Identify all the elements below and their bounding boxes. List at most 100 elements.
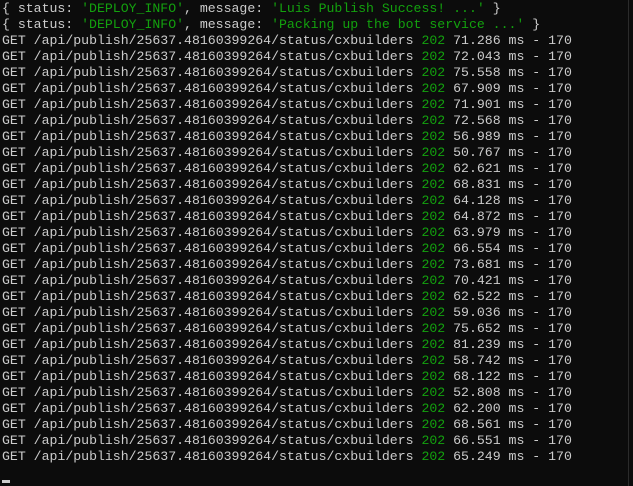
request-log-line: GET /api/publish/25637.48160399264/statu… bbox=[2, 145, 628, 161]
status-code: 202 bbox=[421, 417, 446, 432]
request-log-line: GET /api/publish/25637.48160399264/statu… bbox=[2, 241, 628, 257]
request-log-line: GET /api/publish/25637.48160399264/statu… bbox=[2, 305, 628, 321]
separator: - bbox=[532, 305, 541, 320]
object-separator: , message: bbox=[184, 1, 272, 16]
response-size: 170 bbox=[548, 129, 572, 144]
time-unit: ms bbox=[508, 81, 525, 96]
separator: - bbox=[532, 353, 541, 368]
time-unit: ms bbox=[508, 129, 525, 144]
request-path: /api/publish/25637.48160399264/status/cx… bbox=[33, 353, 414, 368]
time-unit: ms bbox=[508, 401, 525, 416]
request-log-line: GET /api/publish/25637.48160399264/statu… bbox=[2, 177, 628, 193]
terminal-window[interactable]: { status: 'DEPLOY_INFO', message: 'Luis … bbox=[0, 0, 629, 486]
time-unit: ms bbox=[508, 337, 525, 352]
request-log-line: GET /api/publish/25637.48160399264/statu… bbox=[2, 385, 628, 401]
separator: - bbox=[532, 225, 541, 240]
response-size: 170 bbox=[548, 289, 572, 304]
request-log-line: GET /api/publish/25637.48160399264/statu… bbox=[2, 113, 628, 129]
status-code: 202 bbox=[421, 257, 446, 272]
response-size: 170 bbox=[548, 321, 572, 336]
status-code: 202 bbox=[421, 49, 446, 64]
response-time: 64.872 bbox=[453, 209, 501, 224]
http-method: GET bbox=[2, 449, 26, 464]
time-unit: ms bbox=[508, 305, 525, 320]
request-path: /api/publish/25637.48160399264/status/cx… bbox=[33, 129, 414, 144]
time-unit: ms bbox=[508, 113, 525, 128]
response-time: 63.979 bbox=[453, 225, 501, 240]
response-size: 170 bbox=[548, 225, 572, 240]
response-size: 170 bbox=[548, 385, 572, 400]
request-path: /api/publish/25637.48160399264/status/cx… bbox=[33, 401, 414, 416]
request-log-line: GET /api/publish/25637.48160399264/statu… bbox=[2, 225, 628, 241]
response-size: 170 bbox=[548, 161, 572, 176]
time-unit: ms bbox=[508, 321, 525, 336]
time-unit: ms bbox=[508, 161, 525, 176]
request-path: /api/publish/25637.48160399264/status/cx… bbox=[33, 369, 414, 384]
request-path: /api/publish/25637.48160399264/status/cx… bbox=[33, 289, 414, 304]
request-log-line: GET /api/publish/25637.48160399264/statu… bbox=[2, 321, 628, 337]
response-size: 170 bbox=[548, 113, 572, 128]
status-code: 202 bbox=[421, 305, 446, 320]
request-log-line: GET /api/publish/25637.48160399264/statu… bbox=[2, 257, 628, 273]
http-method: GET bbox=[2, 257, 26, 272]
scrollbar[interactable] bbox=[624, 0, 628, 486]
request-log-line: GET /api/publish/25637.48160399264/statu… bbox=[2, 49, 628, 65]
separator: - bbox=[532, 129, 541, 144]
response-size: 170 bbox=[548, 401, 572, 416]
status-code: 202 bbox=[421, 433, 446, 448]
separator: - bbox=[532, 385, 541, 400]
request-path: /api/publish/25637.48160399264/status/cx… bbox=[33, 385, 414, 400]
response-time: 68.122 bbox=[453, 369, 501, 384]
request-path: /api/publish/25637.48160399264/status/cx… bbox=[33, 241, 414, 256]
text-cursor bbox=[2, 480, 10, 483]
response-time: 62.522 bbox=[453, 289, 501, 304]
response-size: 170 bbox=[548, 177, 572, 192]
status-code: 202 bbox=[421, 193, 446, 208]
object-close: } bbox=[484, 1, 501, 16]
time-unit: ms bbox=[508, 49, 525, 64]
http-method: GET bbox=[2, 289, 26, 304]
status-string: 'DEPLOY_INFO' bbox=[81, 17, 185, 32]
request-log-line: GET /api/publish/25637.48160399264/statu… bbox=[2, 33, 628, 49]
http-method: GET bbox=[2, 177, 26, 192]
time-unit: ms bbox=[508, 289, 525, 304]
separator: - bbox=[532, 161, 541, 176]
request-path: /api/publish/25637.48160399264/status/cx… bbox=[33, 113, 414, 128]
request-log-line: GET /api/publish/25637.48160399264/statu… bbox=[2, 97, 628, 113]
request-path: /api/publish/25637.48160399264/status/cx… bbox=[33, 257, 414, 272]
separator: - bbox=[532, 193, 541, 208]
http-method: GET bbox=[2, 305, 26, 320]
request-path: /api/publish/25637.48160399264/status/cx… bbox=[33, 305, 414, 320]
separator: - bbox=[532, 81, 541, 96]
separator: - bbox=[532, 145, 541, 160]
http-method: GET bbox=[2, 369, 26, 384]
request-path: /api/publish/25637.48160399264/status/cx… bbox=[33, 161, 414, 176]
response-time: 71.901 bbox=[453, 97, 501, 112]
http-method: GET bbox=[2, 337, 26, 352]
request-path: /api/publish/25637.48160399264/status/cx… bbox=[33, 145, 414, 160]
http-method: GET bbox=[2, 353, 26, 368]
response-size: 170 bbox=[548, 209, 572, 224]
separator: - bbox=[532, 289, 541, 304]
response-time: 68.831 bbox=[453, 177, 501, 192]
separator: - bbox=[532, 49, 541, 64]
response-time: 50.767 bbox=[453, 145, 501, 160]
separator: - bbox=[532, 433, 541, 448]
separator: - bbox=[532, 401, 541, 416]
http-method: GET bbox=[2, 225, 26, 240]
request-log-line: GET /api/publish/25637.48160399264/statu… bbox=[2, 273, 628, 289]
response-size: 170 bbox=[548, 49, 572, 64]
time-unit: ms bbox=[508, 369, 525, 384]
request-path: /api/publish/25637.48160399264/status/cx… bbox=[33, 65, 414, 80]
status-code: 202 bbox=[421, 33, 446, 48]
request-log-line: GET /api/publish/25637.48160399264/statu… bbox=[2, 337, 628, 353]
response-time: 58.742 bbox=[453, 353, 501, 368]
status-code: 202 bbox=[421, 209, 446, 224]
time-unit: ms bbox=[508, 33, 525, 48]
status-string: 'DEPLOY_INFO' bbox=[81, 1, 185, 16]
request-log-line: GET /api/publish/25637.48160399264/statu… bbox=[2, 209, 628, 225]
response-time: 66.554 bbox=[453, 241, 501, 256]
separator: - bbox=[532, 417, 541, 432]
http-method: GET bbox=[2, 33, 26, 48]
request-log-line: GET /api/publish/25637.48160399264/statu… bbox=[2, 401, 628, 417]
